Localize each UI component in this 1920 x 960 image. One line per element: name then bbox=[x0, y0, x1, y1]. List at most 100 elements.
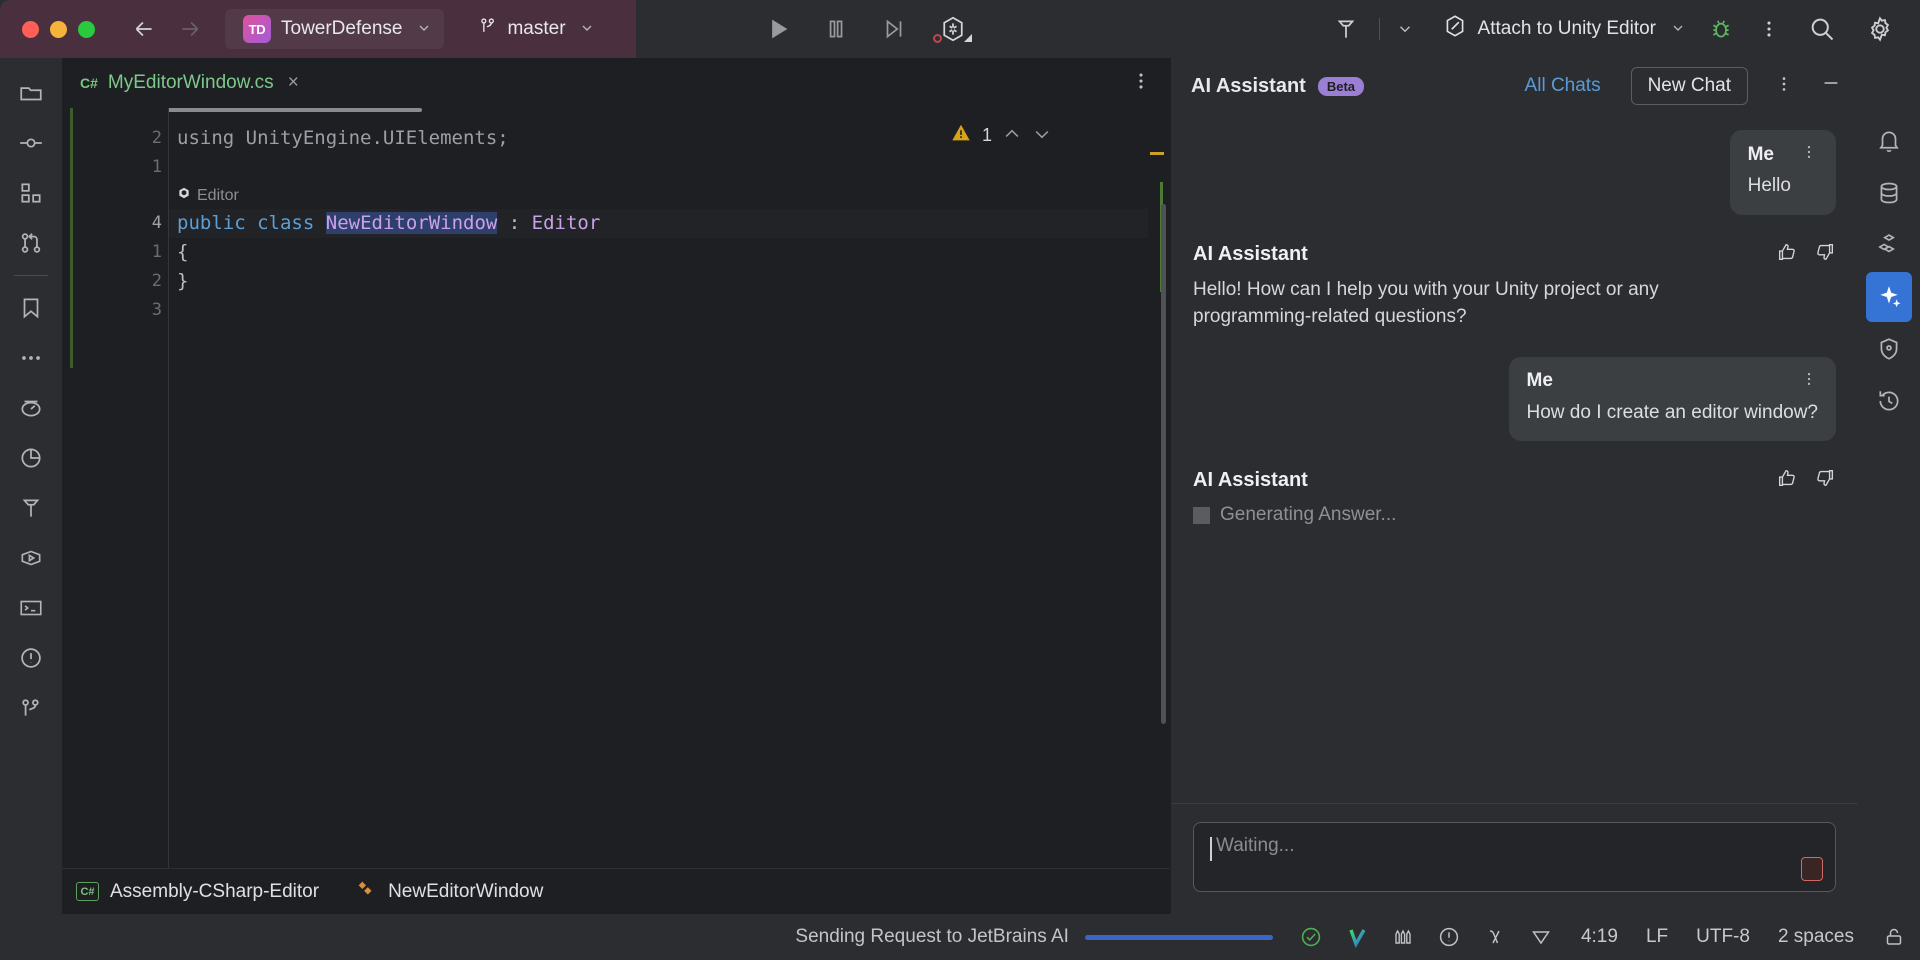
chevron-down-icon[interactable] bbox=[1390, 9, 1420, 49]
filter-icon[interactable] bbox=[1529, 925, 1553, 949]
close-icon[interactable]: × bbox=[288, 72, 299, 94]
branch-name: master bbox=[507, 18, 566, 39]
message-text: How do I create an editor window? bbox=[1526, 401, 1819, 423]
read-only-lock-icon[interactable] bbox=[1882, 925, 1906, 949]
ai-panel-options-icon[interactable] bbox=[1774, 74, 1794, 99]
class-symbol-icon bbox=[355, 878, 377, 905]
new-chat-button[interactable]: New Chat bbox=[1630, 67, 1748, 105]
security-shield-icon[interactable] bbox=[1866, 324, 1912, 374]
branch-selector[interactable]: master bbox=[466, 9, 606, 49]
line-separator[interactable]: LF bbox=[1646, 926, 1668, 948]
indent-setting[interactable]: 2 spaces bbox=[1778, 926, 1854, 948]
problems-icon[interactable] bbox=[8, 633, 54, 683]
structure-icon[interactable] bbox=[8, 168, 54, 218]
forward-arrow-icon[interactable] bbox=[167, 9, 213, 49]
caret-position[interactable]: 4:19 bbox=[1581, 926, 1618, 948]
close-window-button[interactable] bbox=[22, 20, 39, 38]
status-icons bbox=[1299, 925, 1553, 949]
resharper-icon[interactable] bbox=[1345, 925, 1369, 949]
thumbs-down-icon[interactable] bbox=[1814, 467, 1836, 494]
run-tool-icon[interactable] bbox=[8, 533, 54, 583]
line-number: 1 bbox=[151, 242, 162, 262]
vertical-scrollbar[interactable] bbox=[1161, 204, 1166, 724]
ide-body: C# MyEditorWindow.cs × 2 1 4 io bbox=[0, 58, 1920, 914]
inspection-ok-icon[interactable] bbox=[1299, 925, 1323, 949]
notifications-icon[interactable] bbox=[1866, 116, 1912, 166]
breadcrumb-symbol[interactable]: NewEditorWindow bbox=[388, 881, 543, 903]
database-icon[interactable] bbox=[1866, 168, 1912, 218]
inspection-widget[interactable]: 1 bbox=[950, 122, 1052, 149]
pull-requests-icon[interactable] bbox=[8, 218, 54, 268]
code-vision-icon[interactable] bbox=[1391, 925, 1415, 949]
message-author: AI Assistant bbox=[1193, 242, 1308, 265]
debug-bug-icon[interactable] bbox=[1698, 9, 1744, 49]
ai-prompt-placeholder: Waiting... bbox=[1216, 835, 1295, 856]
editor-options-icon[interactable] bbox=[1130, 70, 1152, 97]
left-tool-rail bbox=[0, 58, 62, 914]
divider bbox=[1378, 18, 1380, 40]
thumbs-up-icon[interactable] bbox=[1776, 467, 1798, 494]
code-text-area[interactable]: using UnityEngine.UIElements; Editor pub… bbox=[168, 108, 1170, 868]
editor-tab[interactable]: C# MyEditorWindow.cs × bbox=[62, 58, 311, 108]
keyword-class: class bbox=[257, 212, 315, 234]
line-number-text: 4 bbox=[151, 213, 162, 233]
editor-column: C# MyEditorWindow.cs × 2 1 4 io bbox=[62, 58, 1170, 914]
project-files-icon[interactable] bbox=[8, 68, 54, 118]
unity-refresh-icon[interactable] bbox=[926, 9, 980, 49]
feedback-actions bbox=[1776, 241, 1836, 268]
problems-status-icon[interactable] bbox=[1437, 925, 1461, 949]
text-caret bbox=[1210, 837, 1212, 861]
thumbs-down-icon[interactable] bbox=[1814, 241, 1836, 268]
breadcrumb: C# Assembly-CSharp-Editor NewEditorWindo… bbox=[62, 868, 1170, 914]
more-tool-windows-icon[interactable] bbox=[8, 333, 54, 383]
stop-generation-button[interactable] bbox=[1801, 857, 1823, 881]
gear-icon[interactable] bbox=[1852, 9, 1908, 49]
minimize-window-button[interactable] bbox=[50, 20, 67, 38]
next-problem-icon[interactable] bbox=[1032, 124, 1052, 148]
bookmarks-icon[interactable] bbox=[8, 283, 54, 333]
version-control-icon[interactable] bbox=[8, 683, 54, 733]
history-icon[interactable] bbox=[1866, 376, 1912, 426]
chat-message-list[interactable]: Me Hello AI Assistant Hello! How can I h… bbox=[1171, 114, 1858, 803]
ai-prompt-input[interactable]: Waiting... bbox=[1193, 822, 1836, 892]
message-options-icon[interactable] bbox=[1800, 370, 1818, 393]
file-encoding[interactable]: UTF-8 bbox=[1696, 926, 1750, 948]
inlay-hint-editor[interactable]: Editor bbox=[169, 182, 1170, 209]
error-stripe-marker-bar[interactable] bbox=[1148, 108, 1170, 868]
profiler-icon[interactable] bbox=[8, 383, 54, 433]
warning-stripe-marker[interactable] bbox=[1150, 152, 1164, 155]
pause-icon[interactable] bbox=[810, 9, 862, 49]
coverage-icon[interactable] bbox=[8, 433, 54, 483]
ai-input-container: Waiting... bbox=[1171, 803, 1858, 914]
more-options-icon[interactable] bbox=[1746, 9, 1792, 49]
message-options-icon[interactable] bbox=[1800, 143, 1818, 166]
maximize-window-button[interactable] bbox=[78, 20, 95, 38]
project-selector[interactable]: TD TowerDefense bbox=[225, 9, 445, 49]
run-icon[interactable] bbox=[752, 9, 804, 49]
search-icon[interactable] bbox=[1794, 9, 1850, 49]
unity-packages-icon[interactable] bbox=[1866, 220, 1912, 270]
ai-assistant-icon[interactable] bbox=[1866, 272, 1912, 322]
thumbs-up-icon[interactable] bbox=[1776, 241, 1798, 268]
base-class-name: Editor bbox=[531, 212, 601, 234]
chevron-down-icon bbox=[416, 20, 432, 38]
ai-panel-title: AI Assistant bbox=[1191, 74, 1306, 97]
build-hammer-icon[interactable] bbox=[1323, 9, 1369, 49]
terminal-icon[interactable] bbox=[8, 583, 54, 633]
back-arrow-icon[interactable] bbox=[121, 9, 167, 49]
lambda-icon[interactable] bbox=[1483, 925, 1507, 949]
breadcrumb-assembly[interactable]: Assembly-CSharp-Editor bbox=[110, 881, 319, 903]
title-bar-right: Attach to Unity Editor bbox=[1323, 9, 1920, 49]
editor-tab-bar: C# MyEditorWindow.cs × bbox=[62, 58, 1170, 108]
previous-problem-icon[interactable] bbox=[1002, 124, 1022, 148]
editor-gutter[interactable]: 2 1 4 io 1 2 3 bbox=[62, 108, 190, 868]
all-chats-link[interactable]: All Chats bbox=[1525, 75, 1601, 97]
message-header: Me bbox=[1527, 370, 1819, 393]
code-editor[interactable]: 2 1 4 io 1 2 3 using UnityEngine.UIEleme… bbox=[62, 108, 1170, 868]
minimize-panel-icon[interactable] bbox=[1820, 72, 1842, 100]
keyword-public: public bbox=[177, 212, 246, 234]
build-icon[interactable] bbox=[8, 483, 54, 533]
commit-icon[interactable] bbox=[8, 118, 54, 168]
run-configuration-selector[interactable]: Attach to Unity Editor bbox=[1428, 9, 1696, 49]
step-over-icon[interactable] bbox=[868, 9, 920, 49]
